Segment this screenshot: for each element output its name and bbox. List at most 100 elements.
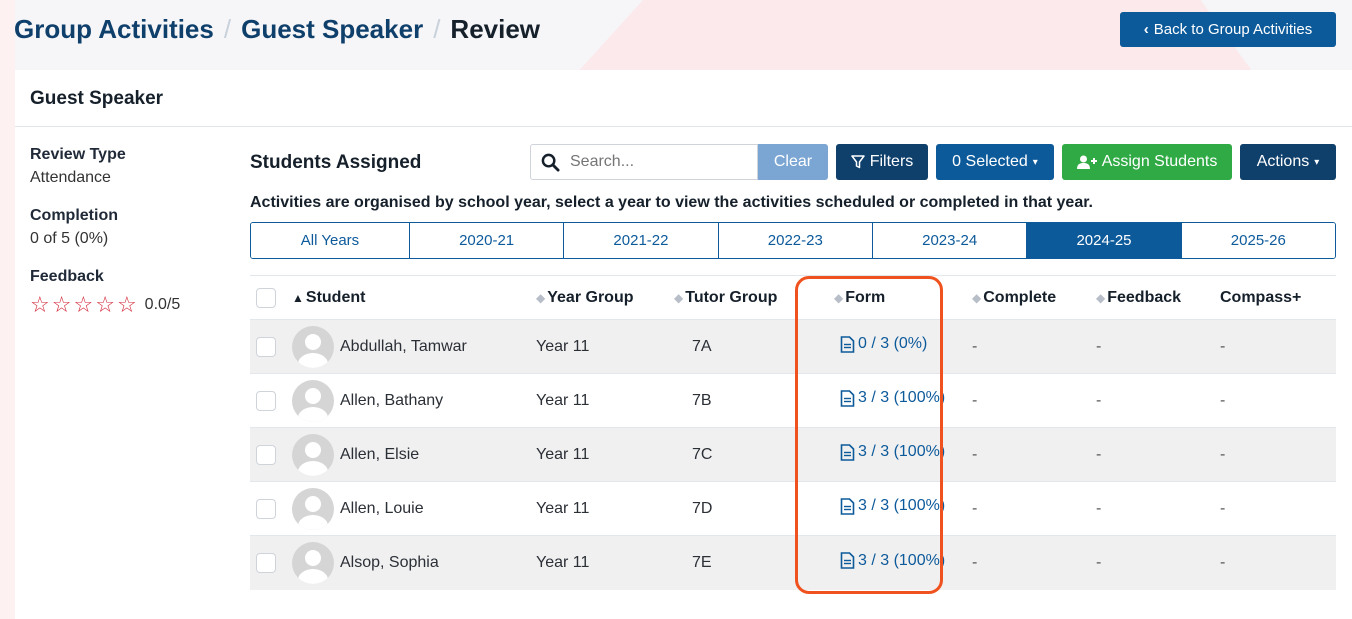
breadcrumb-review: Review [450,14,541,44]
form-progress-value: 3 / 3 (100%) [858,551,946,569]
students-panel: Students Assigned Clear Filters 0 Select… [250,144,1336,590]
search-input[interactable] [570,153,740,171]
column-header-label: Student [305,288,366,306]
rating-value: 0.0/5 [144,296,181,313]
year-info-text: Activities are organised by school year,… [250,194,1093,211]
avatar [292,325,334,368]
filters-label: Filters [869,153,914,170]
student-name[interactable]: Allen, Bathany [340,392,443,410]
complete-cell: - [966,535,1090,590]
clear-search-button[interactable]: Clear [758,144,828,180]
column-header-label: Compass+ [1220,288,1302,306]
search-icon [541,153,560,172]
row-checkbox[interactable] [256,498,276,519]
filters-button[interactable]: Filters [836,144,928,180]
year-group-cell: Year 11 [530,481,668,536]
actions-dropdown-button[interactable]: Actions ▾ [1240,144,1336,180]
student-name[interactable]: Allen, Elsie [340,446,419,464]
feedback-cell: - [1090,319,1214,374]
assign-students-button[interactable]: Assign Students [1062,144,1232,180]
form-progress-link[interactable]: 3 / 3 (100%) [840,389,945,407]
review-card: Guest Speaker Review Type Attendance Com… [15,70,1352,619]
search-box [530,144,758,180]
complete-cell: - [966,481,1090,536]
actions-label: Actions [1256,153,1310,170]
select-all-cell [250,275,286,320]
breadcrumb-separator: / [223,14,232,44]
year-tab-all-years[interactable]: All Years [251,223,410,258]
column-header-student[interactable]: ▲ Student [286,275,530,320]
table-row[interactable]: Allen, Elsie Year 11 7C 3 / 3 (100%) - -… [250,427,1336,482]
feedback-rating: ☆ ☆ ☆ ☆ ☆ 0.0/5 [30,294,230,316]
column-header-year-group[interactable]: ◆ Year Group [530,275,668,320]
sort-icon: ◆ [1096,290,1106,305]
avatar [292,379,334,422]
completion-value: 0 of 5 (0%) [30,230,109,247]
row-checkbox[interactable] [256,552,276,573]
column-header-label: Complete [983,288,1057,306]
section-title: Students Assigned [250,152,422,173]
feedback-cell: - [1090,373,1214,428]
table-header-row: ▲ Student ◆ Year Group ◆ Tutor Group ◆ Form … [250,275,1336,320]
sort-icon: ◆ [834,290,844,305]
review-summary-sidebar: Review Type Attendance Completion 0 of 5… [30,146,230,316]
tutor-group-cell: 7B [668,373,814,428]
complete-cell: - [966,427,1090,482]
complete-cell: - [966,319,1090,374]
student-name[interactable]: Alsop, Sophia [340,554,439,572]
column-header-label: Tutor Group [685,288,778,306]
year-tab-2025-26[interactable]: 2025-26 [1181,223,1335,258]
form-progress-value: 3 / 3 (100%) [858,389,946,407]
year-tab-2024-25[interactable]: 2024-25 [1027,223,1182,258]
row-checkbox[interactable] [256,336,276,357]
year-tab-2021-22[interactable]: 2021-22 [564,223,719,258]
column-header-label: Form [845,288,886,306]
form-progress-link[interactable]: 3 / 3 (100%) [840,443,945,461]
selected-dropdown-button[interactable]: 0 Selected ▾ [936,144,1054,180]
select-all-checkbox[interactable] [256,287,276,308]
avatar [292,433,334,476]
breadcrumb-group-activities[interactable]: Group Activities [14,14,214,45]
column-header-tutor-group[interactable]: ◆ Tutor Group [668,275,814,320]
column-header-feedback[interactable]: ◆ Feedback [1090,275,1214,320]
document-icon [840,443,855,461]
star-outline-icon: ☆ [30,292,50,317]
review-type-value: Attendance [30,169,111,186]
breadcrumb-guest-speaker[interactable]: Guest Speaker [241,14,423,45]
table-row[interactable]: Abdullah, Tamwar Year 11 7A 0 / 3 (0%) -… [250,319,1336,374]
caret-down-icon: ▾ [1032,156,1038,168]
student-name[interactable]: Allen, Louie [340,500,424,518]
row-checkbox[interactable] [256,444,276,465]
back-to-group-activities-button[interactable]: ‹ Back to Group Activities [1120,12,1336,47]
sort-icon: ◆ [972,290,982,305]
year-tab-2023-24[interactable]: 2023-24 [872,223,1028,258]
table-row[interactable]: Allen, Bathany Year 11 7B 3 / 3 (100%) -… [250,373,1336,428]
breadcrumb-separator: / [433,14,441,44]
student-name[interactable]: Abdullah, Tamwar [340,338,467,356]
form-progress-link[interactable]: 3 / 3 (100%) [840,497,945,515]
students-table: ▲ Student ◆ Year Group ◆ Tutor Group ◆ Form … [250,275,1336,590]
tutor-group-cell: 7D [668,481,814,536]
row-checkbox[interactable] [256,390,276,411]
year-group-cell: Year 11 [530,319,668,374]
column-header-form[interactable]: ◆ Form [814,275,966,320]
table-row[interactable]: Alsop, Sophia Year 11 7E 3 / 3 (100%) - … [250,535,1336,590]
table-row[interactable]: Allen, Louie Year 11 7D 3 / 3 (100%) - -… [250,481,1336,536]
tutor-group-cell: 7A [668,319,814,374]
compass-cell: - [1214,319,1336,374]
back-button-label: Back to Group Activities [1153,21,1313,38]
form-progress-link[interactable]: 3 / 3 (100%) [840,552,945,570]
user-plus-icon [1076,155,1097,169]
form-progress-value: 3 / 3 (100%) [858,443,946,461]
star-outline-icon: ☆ [73,292,94,317]
form-progress-value: 0 / 3 (0%) [858,335,928,353]
year-tab-2022-23[interactable]: 2022-23 [718,223,873,258]
form-progress-link[interactable]: 0 / 3 (0%) [840,335,927,353]
year-tab-2020-21[interactable]: 2020-21 [409,223,565,258]
sort-icon: ◆ [536,290,546,305]
star-outline-icon: ☆ [116,292,137,317]
column-header-label: Feedback [1107,288,1182,306]
compass-cell: - [1214,535,1336,590]
filter-icon [850,155,865,169]
column-header-complete[interactable]: ◆ Complete [966,275,1090,320]
